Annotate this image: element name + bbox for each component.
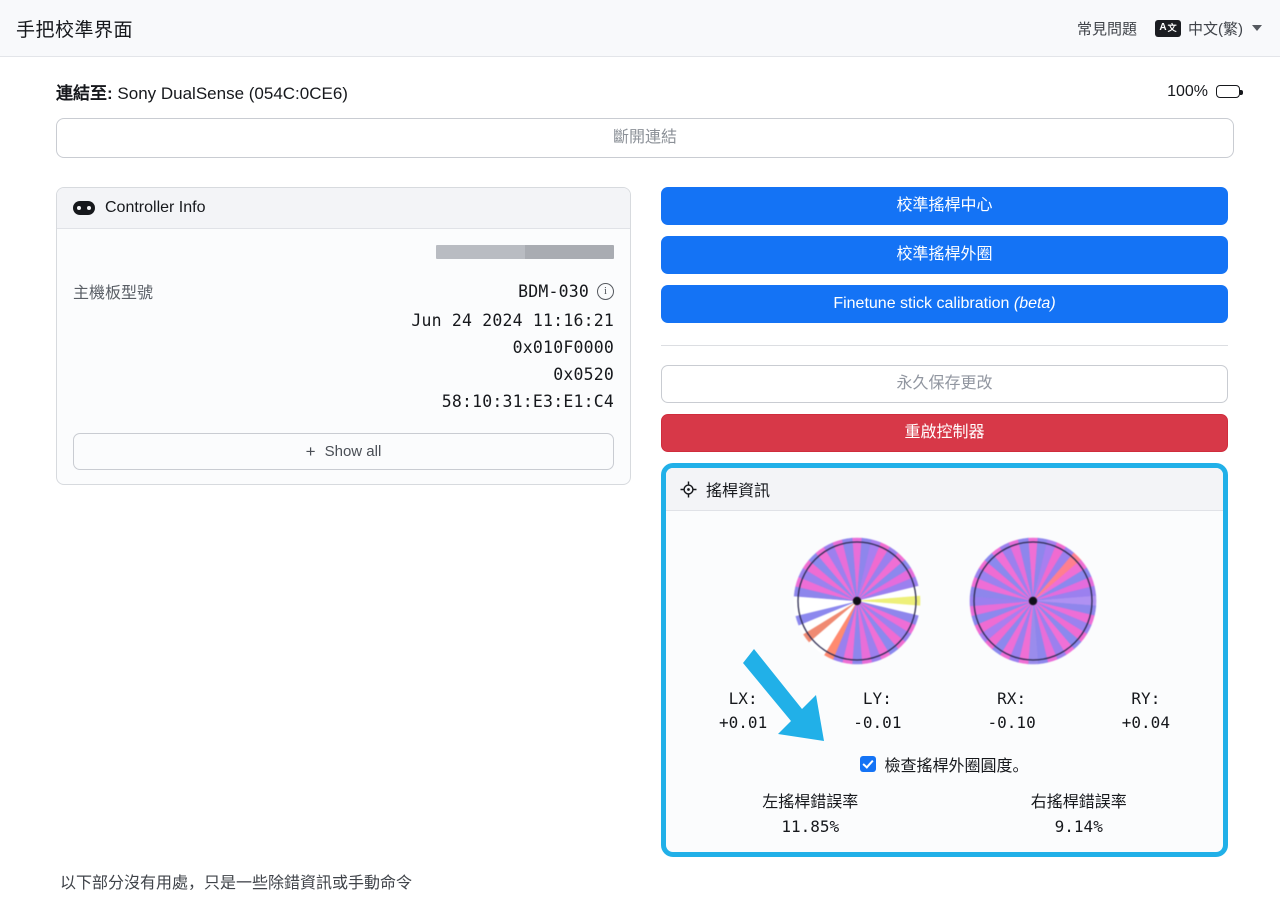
axis-ry-label: RY: <box>1131 689 1161 708</box>
right-column: 校準搖桿中心 校準搖桿外圈 Finetune stick calibration… <box>661 187 1228 857</box>
right-stick-error-label: 右搖桿錯誤率 <box>1030 794 1127 811</box>
section-divider <box>661 345 1228 346</box>
main-content: Controller Info 主機板型號 BDM-030 i Jun 24 2… <box>0 158 1280 857</box>
reboot-controller-button[interactable]: 重啟控制器 <box>661 414 1228 452</box>
axis-ly: LY: -0.01 <box>810 689 944 732</box>
disconnect-button[interactable]: 斷開連結 <box>56 118 1234 158</box>
chevron-down-icon <box>1252 25 1262 31</box>
board-model-value-wrap: BDM-030 i <box>518 282 614 301</box>
language-selector[interactable]: A 文 中文(繁) <box>1155 18 1262 39</box>
connected-prefix: 連結至: <box>56 84 113 103</box>
redacted-value <box>436 245 614 259</box>
left-stick-error-label: 左搖桿錯誤率 <box>762 794 859 811</box>
stick-info-panel: 搖桿資訊 LX: +0.01 LY: -0.01 RX: -0.10 RY: +… <box>661 463 1228 857</box>
fw-address-value: 0x010F0000 <box>512 338 614 357</box>
page-title: 手把校準界面 <box>16 19 134 41</box>
board-model-value: BDM-030 <box>518 281 589 301</box>
axis-ry: RY: +0.04 <box>1079 689 1213 732</box>
info-icon[interactable]: i <box>597 282 614 300</box>
battery-icon <box>1216 85 1243 98</box>
axis-lx: LX: +0.01 <box>676 689 810 732</box>
crosshair-icon <box>680 481 697 497</box>
finetune-stick-calibration-button[interactable]: Finetune stick calibration (beta) <box>661 285 1228 323</box>
finetune-beta-tag: (beta) <box>1013 295 1056 312</box>
axis-lx-label: LX: <box>728 689 758 708</box>
language-label: 中文(繁) <box>1188 20 1243 38</box>
save-permanent-button[interactable]: 永久保存更改 <box>661 365 1228 403</box>
header-actions: 常見問題 A 文 中文(繁) <box>1077 18 1262 39</box>
build-date-value: Jun 24 2024 11:16:21 <box>411 311 614 330</box>
calibrate-stick-range-button[interactable]: 校準搖桿外圈 <box>661 236 1228 274</box>
translate-icon-cjk: 文 <box>1167 22 1177 33</box>
axis-ly-label: LY: <box>862 689 892 708</box>
footnote-text: 以下部分沒有用處，只是一些除錯資訊或手動命令 <box>60 875 413 892</box>
axis-ry-value: +0.04 <box>1121 713 1170 732</box>
board-model-row: 主機板型號 BDM-030 i <box>73 279 614 303</box>
controller-info-title: Controller Info <box>105 199 206 216</box>
controller-info-body: 主機板型號 BDM-030 i Jun 24 2024 11:16:21 0x0… <box>57 229 630 484</box>
axis-ly-value: -0.01 <box>853 713 902 732</box>
circularity-checkbox-label: 檢查搖桿外圈圓度。 <box>884 758 1029 775</box>
left-stick-error-value: 11.85% <box>781 817 840 836</box>
circularity-checkbox[interactable] <box>860 756 877 772</box>
show-all-button[interactable]: + Show all <box>73 433 614 470</box>
translate-icon-letter: A <box>1159 22 1167 33</box>
left-stick-plot <box>793 537 920 665</box>
axis-readouts: LX: +0.01 LY: -0.01 RX: -0.10 RY: +0.04 <box>676 689 1213 732</box>
connected-device: 連結至: Sony DualSense (054C:0CE6) <box>56 79 348 104</box>
left-column: Controller Info 主機板型號 BDM-030 i Jun 24 2… <box>56 187 631 857</box>
controller-info-card: Controller Info 主機板型號 BDM-030 i Jun 24 2… <box>56 187 631 485</box>
controller-info-header: Controller Info <box>57 188 630 229</box>
battery-percent: 100% <box>1167 82 1208 100</box>
faq-link[interactable]: 常見問題 <box>1077 18 1137 39</box>
board-model-label: 主機板型號 <box>73 285 154 302</box>
stick-info-body: LX: +0.01 LY: -0.01 RX: -0.10 RY: +0.04 <box>666 511 1223 852</box>
calibrate-stick-center-button[interactable]: 校準搖桿中心 <box>661 187 1228 225</box>
axis-rx-label: RX: <box>997 689 1027 708</box>
mac-address-value: 58:10:31:E3:E1:C4 <box>441 392 614 411</box>
stick-visualizations <box>676 525 1213 677</box>
stick-info-header: 搖桿資訊 <box>666 468 1223 511</box>
finetune-label: Finetune stick calibration <box>833 295 1014 312</box>
right-stick-plot <box>969 537 1096 665</box>
circularity-check-row[interactable]: 檢查搖桿外圈圓度。 <box>676 752 1213 776</box>
app-header: 手把校準界面 常見問題 A 文 中文(繁) <box>0 0 1280 57</box>
stick-info-title: 搖桿資訊 <box>706 483 771 500</box>
fw-version-value: 0x0520 <box>553 365 614 384</box>
translate-icon: A 文 <box>1155 19 1181 37</box>
error-rates: 左搖桿錯誤率 11.85% 右搖桿錯誤率 9.14% <box>676 788 1213 836</box>
left-stick-error: 左搖桿錯誤率 11.85% <box>676 788 945 836</box>
show-all-label: Show all <box>324 443 382 460</box>
battery-status: 100% <box>1167 82 1243 101</box>
axis-rx: RX: -0.10 <box>945 689 1079 732</box>
right-stick-error-value: 9.14% <box>1054 817 1103 836</box>
right-stick-error: 右搖桿錯誤率 9.14% <box>945 788 1214 836</box>
connection-row: 連結至: Sony DualSense (054C:0CE6) 100% <box>0 57 1280 104</box>
gamepad-icon <box>73 201 95 215</box>
axis-rx-value: -0.10 <box>987 713 1036 732</box>
plus-icon: + <box>305 442 316 461</box>
connected-device-name: Sony DualSense (054C:0CE6) <box>112 84 348 103</box>
axis-lx-value: +0.01 <box>719 713 768 732</box>
